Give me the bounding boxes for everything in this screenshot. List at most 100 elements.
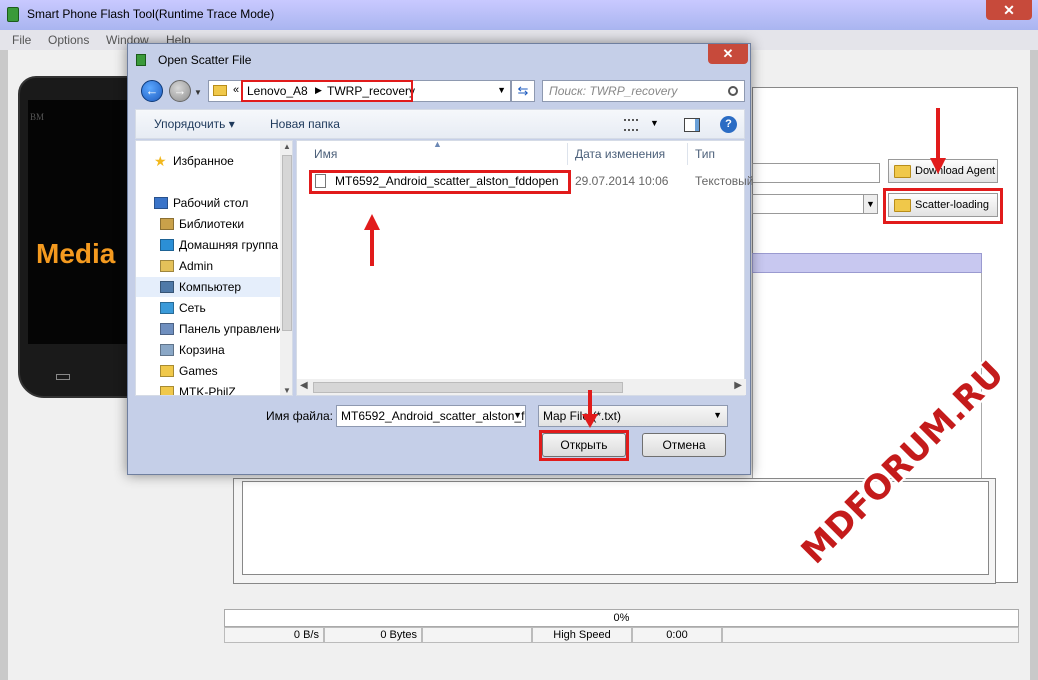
search-input[interactable]: Поиск: TWRP_recovery [542,80,745,102]
dialog-close-button[interactable]: ✕ [708,44,748,64]
nav-scroll-thumb[interactable] [282,155,292,331]
status-bar: 0 B/s 0 Bytes High Speed 0:00 [224,627,1019,643]
column-type[interactable]: Тип [695,141,715,167]
chevron-down-icon: ▼ [863,195,877,213]
cancel-button[interactable]: Отмена [642,433,726,457]
phone-tag: BM [30,112,45,122]
file-scroll-thumb[interactable] [313,382,623,393]
nav-item[interactable]: MTK-PhilZ [136,382,281,396]
nav-item-label: Компьютер [179,280,242,294]
dialog-toolbar: Упорядочить ▾ Новая папка ▼ ? [135,109,745,139]
highlight-scatter-file [309,170,571,194]
new-folder-button[interactable]: Новая папка [270,117,340,131]
nav-item[interactable]: Корзина [136,340,281,360]
desktop-icon [154,197,168,209]
folder-icon [160,365,174,377]
nav-item-label: Admin [179,259,214,273]
filename-label: Имя файла: [266,409,333,423]
phone-button-icon [56,374,70,380]
library-icon [160,218,174,230]
organize-button[interactable]: Упорядочить ▾ [154,117,235,131]
forward-button[interactable]: → [169,80,191,102]
star-icon: ★ [154,153,167,169]
window-title: Smart Phone Flash Tool(Runtime Trace Mod… [27,7,275,21]
download-agent-label: Download Agent [915,165,996,177]
annotation-arrow-open [582,390,598,430]
nav-item-label: Домашняя группа [179,238,279,252]
homegroup-icon [160,239,174,251]
annotation-arrow-file [364,214,380,266]
nav-item[interactable]: Панель управления [136,319,281,339]
view-dropdown-icon[interactable]: ▼ [650,118,659,128]
address-prefix: « [233,84,240,96]
file-hscrollbar[interactable]: ◀ ▶ [297,379,746,395]
column-date[interactable]: Дата изменения [575,141,665,167]
nav-item-label: Games [179,364,218,378]
file-list-pane: ▲ Имя Дата изменения Тип MT6592_Android_… [296,139,753,396]
nav-item-label: Рабочий стол [173,196,249,210]
nav-item-label: MTK-PhilZ [179,385,236,396]
highlight-scatter-loading [883,188,1003,224]
nav-item-label: Избранное [173,154,234,168]
highlight-open-button [539,430,629,461]
computer-icon [160,281,174,293]
file-date: 29.07.2014 10:06 [575,174,669,188]
refresh-icon: ⇆ [517,83,529,98]
menu-options[interactable]: Options [48,33,89,47]
address-dropdown-icon[interactable]: ▼ [497,85,506,95]
nav-item[interactable]: ★ Избранное [136,151,281,171]
dialog-title: Open Scatter File [158,53,252,67]
search-icon [728,86,738,96]
refresh-button[interactable]: ⇆ [511,80,535,102]
filename-value: MT6592_Android_scatter_alston_fddopen [341,409,525,423]
control-panel-icon [160,323,174,335]
back-button[interactable]: ← [141,80,163,102]
partition-list-header [752,253,982,273]
nav-scrollbar[interactable]: ▲ ▼ [280,141,292,395]
folder-icon [894,165,911,178]
column-name[interactable]: Имя [314,141,337,167]
status-message [722,627,1019,643]
highlight-address-path [241,80,413,102]
progress-bar: 0% [224,609,1019,627]
column-divider [567,143,568,165]
recent-locations-dropdown[interactable]: ▼ [194,88,202,97]
navigation-pane: MTK-PhilZ Games Корзина Панель управления Се… [135,140,293,396]
user-folder-icon [160,260,174,272]
file-type-filter[interactable]: Map File (*.txt) ▼ [538,405,728,427]
nav-item-label: Сеть [179,301,206,315]
nav-item[interactable]: Домашняя группа [136,235,281,255]
filename-input[interactable]: MT6592_Android_scatter_alston_fddopen ▼ [336,405,526,427]
scroll-down-icon[interactable]: ▼ [283,386,291,395]
dialog-app-icon [136,54,146,66]
app-icon [7,7,19,22]
scroll-up-icon[interactable]: ▲ [283,142,291,151]
annotation-arrow-scatter [930,108,946,174]
status-time: 0:00 [632,627,722,643]
nav-item[interactable]: Библиотеки [136,214,281,234]
scroll-left-icon[interactable]: ◀ [300,380,308,391]
phone-illustration: BM Media [18,76,145,398]
help-icon[interactable]: ? [720,116,737,133]
folder-icon [213,85,227,96]
status-speed: 0 B/s [224,627,324,643]
window-close-button[interactable]: ✕ [986,0,1032,20]
folder-icon [160,386,174,395]
menu-file[interactable]: File [12,33,31,47]
preview-pane-icon[interactable] [684,118,700,132]
file-type: Текстовый [695,174,754,188]
scatter-path-select[interactable]: ▼ [752,194,878,214]
download-agent-path-input[interactable] [752,163,880,183]
nav-item[interactable]: Рабочий стол [136,193,281,213]
nav-item[interactable]: Admin [136,256,281,276]
view-options-icon[interactable] [624,119,638,131]
chevron-down-icon[interactable]: ▼ [513,410,522,420]
arrow-right-icon: → [173,83,187,98]
main-titlebar: Smart Phone Flash Tool(Runtime Trace Mod… [0,0,1038,30]
scroll-right-icon[interactable]: ▶ [734,380,742,391]
nav-item-label: Корзина [179,343,225,357]
nav-item[interactable]: Компьютер [136,277,281,297]
open-scatter-dialog: Open Scatter File ✕ ← → ▼ « Lenovo_A8 ▶ … [127,43,753,475]
nav-item[interactable]: Games [136,361,281,381]
nav-item[interactable]: Сеть [136,298,281,318]
